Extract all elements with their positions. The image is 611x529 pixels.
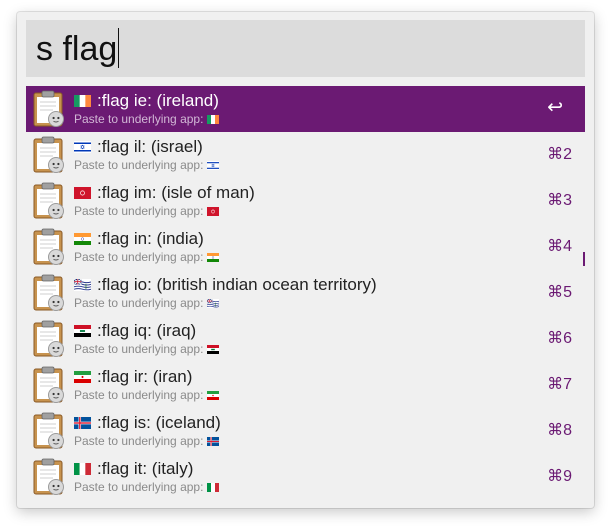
scrollbar-indicator[interactable] xyxy=(583,252,585,266)
result-title-text: :flag is: (iceland) xyxy=(97,413,221,432)
result-shortcut: ⌘5 xyxy=(547,284,572,301)
result-row[interactable]: :flag iq: (iraq) Paste to underlying app:… xyxy=(26,316,585,362)
flag-iceland-icon xyxy=(74,417,91,429)
result-shortcut: ⌘4 xyxy=(547,238,572,255)
result-shortcut: ⌘3 xyxy=(547,192,572,209)
result-row[interactable]: :flag is: (iceland) Paste to underlying a… xyxy=(26,408,585,454)
result-subtitle-text: Paste to underlying app: xyxy=(74,434,204,448)
result-row[interactable]: :flag ir: (iran) Paste to underlying app:… xyxy=(26,362,585,408)
result-row[interactable]: :flag ie: (ireland) Paste to underlying a… xyxy=(26,86,585,132)
flag-india-icon xyxy=(207,253,220,262)
flag-british-indian-ocean-territory-icon xyxy=(74,279,91,291)
result-title-text: :flag ir: (iran) xyxy=(97,367,193,386)
result-title-text: :flag im: (isle of man) xyxy=(97,183,255,202)
result-subtitle: Paste to underlying app: xyxy=(74,480,220,494)
result-shortcut: ⌘9 xyxy=(547,468,572,485)
result-subtitle-text: Paste to underlying app: xyxy=(74,388,204,402)
clipboard-icon xyxy=(33,366,64,403)
result-row[interactable]: :flag it: (italy) Paste to underlying app… xyxy=(26,454,585,500)
flag-italy-icon xyxy=(74,463,91,475)
result-shortcut: ⌘2 xyxy=(547,146,572,163)
result-row[interactable]: :flag im: (isle of man) Paste to underlyi… xyxy=(26,178,585,224)
search-input[interactable]: s flag xyxy=(36,27,120,71)
result-row[interactable]: :flag il: (israel) Paste to underlying ap… xyxy=(26,132,585,178)
result-row[interactable]: :flag io: (british indian ocean territor… xyxy=(26,270,585,316)
result-subtitle-text: Paste to underlying app: xyxy=(74,296,204,310)
result-subtitle: Paste to underlying app: xyxy=(74,342,220,356)
flag-isle-of-man-icon xyxy=(74,187,91,199)
result-subtitle: Paste to underlying app: xyxy=(74,158,220,172)
flag-iraq-icon xyxy=(207,345,220,354)
results-list: :flag ie: (ireland) Paste to underlying a… xyxy=(26,86,585,500)
clipboard-icon xyxy=(33,182,64,219)
result-title: :flag im: (isle of man) xyxy=(74,183,255,203)
clipboard-icon xyxy=(33,274,64,311)
flag-iceland-icon xyxy=(207,437,220,446)
result-subtitle: Paste to underlying app: xyxy=(74,296,220,310)
result-subtitle: Paste to underlying app: xyxy=(74,388,220,402)
clipboard-icon xyxy=(33,458,64,495)
search-query-text: s flag xyxy=(36,30,118,68)
result-subtitle-text: Paste to underlying app: xyxy=(74,204,204,218)
result-title: :flag il: (israel) xyxy=(74,137,203,157)
result-title: :flag in: (india) xyxy=(74,229,204,249)
flag-italy-icon xyxy=(207,483,220,492)
flag-ireland-icon xyxy=(74,95,91,107)
result-shortcut: ↩ xyxy=(547,97,563,118)
clipboard-icon xyxy=(33,228,64,265)
result-title-text: :flag in: (india) xyxy=(97,229,204,248)
result-title-text: :flag il: (israel) xyxy=(97,137,203,156)
result-title-text: :flag io: (british indian ocean territor… xyxy=(97,275,377,294)
result-title-text: :flag iq: (iraq) xyxy=(97,321,197,340)
result-subtitle-text: Paste to underlying app: xyxy=(74,480,204,494)
result-title-text: :flag it: (italy) xyxy=(97,459,194,478)
result-title: :flag io: (british indian ocean territor… xyxy=(74,275,377,295)
search-bar[interactable]: s flag xyxy=(26,20,585,77)
result-title: :flag ie: (ireland) xyxy=(74,91,219,111)
result-title: :flag iq: (iraq) xyxy=(74,321,196,341)
result-subtitle: Paste to underlying app: xyxy=(74,250,220,264)
result-subtitle: Paste to underlying app: xyxy=(74,112,220,126)
result-subtitle: Paste to underlying app: xyxy=(74,204,220,218)
result-subtitle-text: Paste to underlying app: xyxy=(74,342,204,356)
clipboard-icon xyxy=(33,412,64,449)
flag-british-indian-ocean-territory-icon xyxy=(207,299,220,308)
text-caret xyxy=(118,28,120,68)
flag-iraq-icon xyxy=(74,325,91,337)
result-subtitle-text: Paste to underlying app: xyxy=(74,112,204,126)
result-title: :flag it: (italy) xyxy=(74,459,193,479)
result-subtitle-text: Paste to underlying app: xyxy=(74,250,204,264)
result-title-text: :flag ie: (ireland) xyxy=(97,91,219,110)
result-subtitle: Paste to underlying app: xyxy=(74,434,220,448)
flag-iran-icon xyxy=(74,371,91,383)
flag-ireland-icon xyxy=(207,115,220,124)
flag-isle-of-man-icon xyxy=(207,207,220,216)
result-shortcut: ⌘7 xyxy=(547,376,572,393)
flag-india-icon xyxy=(74,233,91,245)
clipboard-icon xyxy=(33,136,64,173)
clipboard-icon xyxy=(33,320,64,357)
clipboard-icon xyxy=(33,90,64,127)
launcher-window: s flag :flag ie: (ireland) Paste to under… xyxy=(17,12,594,508)
flag-iran-icon xyxy=(207,391,220,400)
result-row[interactable]: :flag in: (india) Paste to underlying app… xyxy=(26,224,585,270)
result-shortcut: ⌘8 xyxy=(547,422,572,439)
flag-israel-icon xyxy=(74,141,91,153)
result-shortcut: ⌘6 xyxy=(547,330,572,347)
result-subtitle-text: Paste to underlying app: xyxy=(74,158,204,172)
result-title: :flag is: (iceland) xyxy=(74,413,221,433)
flag-israel-icon xyxy=(207,161,220,170)
result-title: :flag ir: (iran) xyxy=(74,367,192,387)
